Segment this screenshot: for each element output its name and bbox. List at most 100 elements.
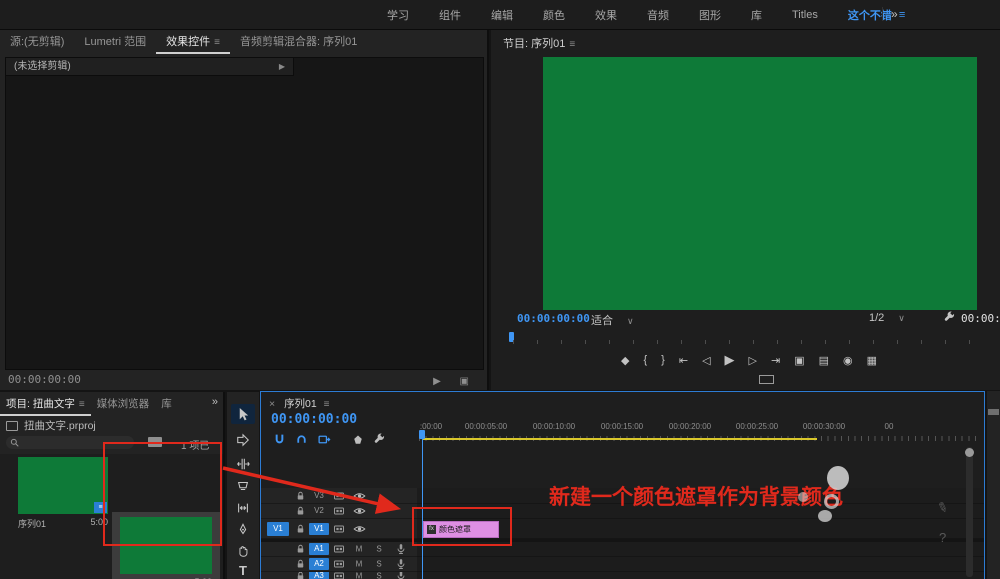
- track-name-v3[interactable]: V3: [309, 490, 329, 502]
- sync-lock-icon[interactable]: [333, 505, 345, 517]
- tab-source-monitor[interactable]: 源:(无剪辑): [0, 30, 74, 54]
- step-forward-button[interactable]: ▷: [749, 354, 757, 367]
- workspace-tab-graphics[interactable]: 图形: [684, 7, 736, 23]
- track-name-v1[interactable]: V1: [309, 523, 329, 535]
- track-name-v2[interactable]: V2: [309, 505, 329, 517]
- add-marker-icon[interactable]: [352, 434, 364, 446]
- fit-dropdown[interactable]: 适合∨: [591, 312, 634, 328]
- track-lane-a3[interactable]: [417, 572, 984, 579]
- panel-menu-icon[interactable]: ≡: [214, 37, 220, 48]
- comparison-view-button[interactable]: ▦: [867, 354, 877, 367]
- program-scrub-bar[interactable]: [509, 332, 987, 344]
- project-item-name[interactable]: 序列01: [18, 517, 46, 530]
- tab-audio-clip-mixer[interactable]: 音频剪辑混合器: 序列01: [230, 30, 367, 54]
- lock-icon[interactable]: [295, 544, 306, 555]
- slip-tool-icon[interactable]: [231, 498, 255, 518]
- timeline-settings-wrench-icon[interactable]: [373, 433, 386, 446]
- timeline-current-timecode[interactable]: 00:00:00:00: [271, 412, 357, 427]
- workspace-tab-libraries[interactable]: 库: [736, 7, 777, 23]
- track-header-a3[interactable]: A3 M S: [261, 572, 417, 579]
- lift-button[interactable]: ▣: [794, 354, 804, 367]
- resolution-dropdown[interactable]: 1/2∨: [869, 312, 905, 324]
- mark-in-button[interactable]: {: [643, 354, 647, 366]
- project-file-row[interactable]: 扭曲文字.prproj: [6, 418, 96, 433]
- lock-icon[interactable]: [295, 490, 306, 501]
- razor-tool-icon[interactable]: [231, 476, 255, 496]
- play-only-icons[interactable]: ▶ ▣: [433, 376, 477, 387]
- mark-out-button[interactable]: }: [661, 354, 665, 366]
- expand-arrow-icon[interactable]: ▶: [279, 58, 285, 75]
- mute-button[interactable]: M: [353, 572, 365, 579]
- track-header-a2[interactable]: A2 M S: [261, 557, 417, 572]
- program-monitor-title[interactable]: 节目: 序列01≡: [503, 35, 575, 51]
- workspace-tab-assembly[interactable]: 组件: [424, 7, 476, 23]
- tab-lumetri-scopes[interactable]: Lumetri 范围: [74, 30, 156, 54]
- settings-wrench-icon[interactable]: [943, 311, 956, 324]
- timeline-vertical-scrollbar[interactable]: [966, 447, 973, 577]
- sync-lock-icon[interactable]: [333, 572, 345, 579]
- eye-icon[interactable]: [353, 489, 366, 502]
- track-name-a1[interactable]: A1: [309, 543, 329, 555]
- mute-button[interactable]: M: [353, 560, 365, 569]
- sync-lock-icon[interactable]: [333, 558, 345, 570]
- lock-icon[interactable]: [295, 559, 306, 570]
- step-back-button[interactable]: ◁: [702, 354, 710, 367]
- project-item-sequence-thumbnail[interactable]: ≡: [18, 457, 108, 514]
- voiceover-mic-icon[interactable]: [395, 572, 407, 579]
- track-lane-a2[interactable]: [417, 557, 984, 572]
- go-to-in-button[interactable]: ⇤: [679, 354, 688, 367]
- sync-lock-icon[interactable]: [333, 543, 345, 555]
- workspace-overflow-button[interactable]: »: [882, 7, 906, 21]
- work-area-bar[interactable]: [422, 438, 817, 440]
- source-patch-v1[interactable]: V1: [267, 522, 289, 536]
- eye-icon[interactable]: [353, 505, 366, 518]
- workspace-tab-editing[interactable]: 编辑: [476, 7, 528, 23]
- linked-selection-icon[interactable]: [295, 433, 308, 446]
- snap-toggle-icon[interactable]: [273, 433, 286, 446]
- solo-button[interactable]: S: [373, 560, 385, 569]
- tab-effect-controls[interactable]: 效果控件≡: [156, 30, 230, 54]
- scrollbar-knob[interactable]: [965, 448, 974, 457]
- tab-libraries[interactable]: 库: [155, 392, 178, 416]
- nest-sequence-icon[interactable]: [317, 433, 331, 446]
- track-header-a1[interactable]: A1 M S: [261, 542, 417, 557]
- sync-lock-icon[interactable]: [333, 523, 345, 535]
- close-icon[interactable]: ×: [269, 398, 275, 410]
- track-header-v2[interactable]: V2: [261, 504, 417, 519]
- lock-icon[interactable]: [295, 572, 306, 579]
- workspace-tab-learning[interactable]: 学习: [372, 7, 424, 23]
- mute-button[interactable]: M: [353, 545, 365, 554]
- ripple-edit-tool-icon[interactable]: [231, 454, 255, 474]
- lock-icon[interactable]: [295, 523, 306, 534]
- add-marker-button[interactable]: ◆: [621, 354, 629, 367]
- solo-button[interactable]: S: [373, 545, 385, 554]
- track-name-a2[interactable]: A2: [309, 558, 329, 570]
- pen-tool-icon[interactable]: [231, 520, 255, 540]
- track-name-a3[interactable]: A3: [309, 572, 329, 579]
- play-button[interactable]: ▶: [725, 352, 735, 368]
- eye-icon[interactable]: [353, 522, 366, 535]
- project-tabs-overflow[interactable]: »: [212, 396, 218, 408]
- go-to-out-button[interactable]: ⇥: [771, 354, 780, 367]
- tab-project[interactable]: 项目: 扭曲文字≡: [0, 392, 91, 416]
- voiceover-mic-icon[interactable]: [395, 558, 407, 570]
- timeline-panel-menu-icon[interactable]: ≡: [324, 399, 330, 410]
- voiceover-mic-icon[interactable]: [395, 543, 407, 555]
- extract-button[interactable]: ▤: [819, 354, 829, 367]
- track-header-v3[interactable]: V3: [261, 488, 417, 504]
- type-tool-icon[interactable]: T: [231, 560, 255, 579]
- workspace-tab-effects[interactable]: 效果: [580, 7, 632, 23]
- selection-tool-icon[interactable]: [231, 404, 255, 424]
- workspace-tab-titles[interactable]: Titles: [777, 9, 833, 21]
- program-panel-menu-icon[interactable]: ≡: [569, 39, 575, 50]
- solo-button[interactable]: S: [373, 572, 385, 579]
- track-header-v1[interactable]: V1 V1: [261, 519, 417, 539]
- workspace-tab-audio[interactable]: 音频: [632, 7, 684, 23]
- lock-icon[interactable]: [295, 506, 306, 517]
- tab-media-browser[interactable]: 媒体浏览器: [91, 392, 156, 416]
- scrollbar-fragment[interactable]: [988, 409, 999, 415]
- workspace-tab-color[interactable]: 颜色: [528, 7, 580, 23]
- export-frame-button[interactable]: ◉: [843, 354, 853, 367]
- timeline-sequence-tab[interactable]: × 序列01 ≡: [269, 396, 330, 411]
- sync-lock-icon[interactable]: [333, 490, 345, 502]
